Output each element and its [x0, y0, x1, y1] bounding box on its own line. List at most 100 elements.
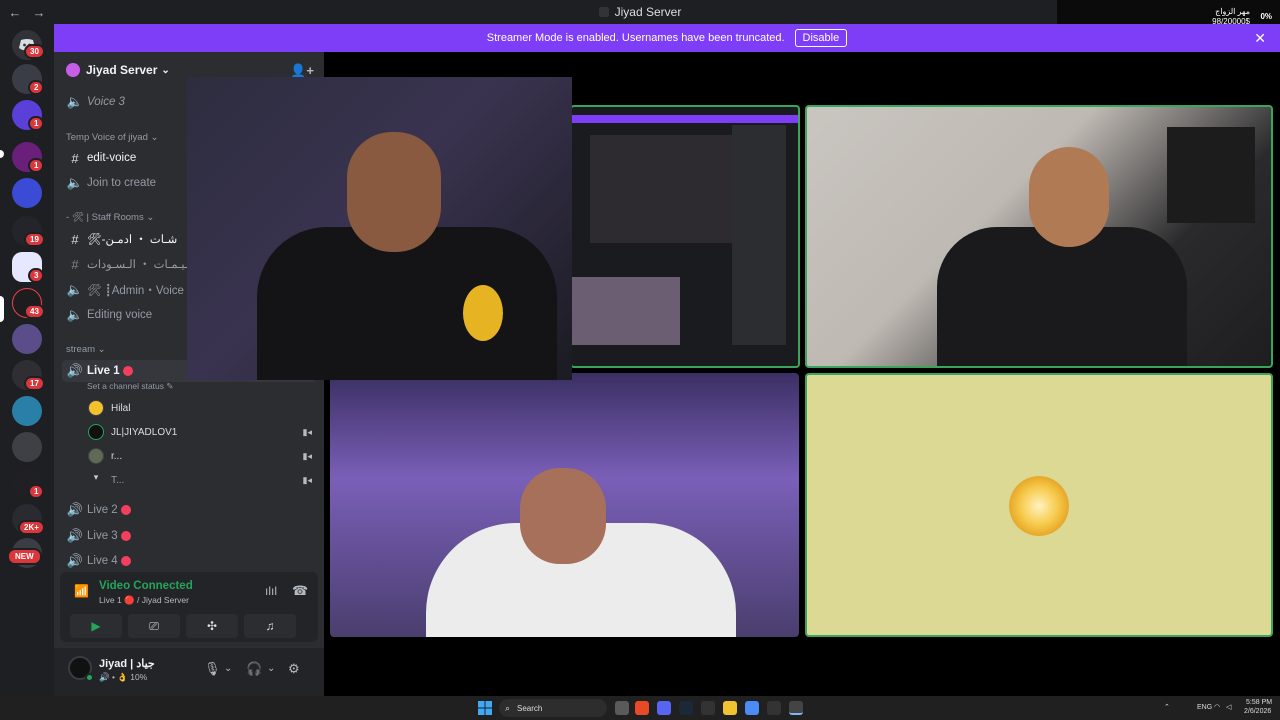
speaker-icon: 🔊 [66, 528, 84, 543]
signal-icon[interactable]: 📶 [74, 584, 89, 598]
file-explorer-icon[interactable] [723, 701, 737, 715]
category-staff-rooms[interactable]: - 🛠 | Staff Rooms ⌄ [66, 212, 154, 223]
channel-live3[interactable]: 🔊 Live 3 [62, 525, 316, 547]
server-icon-10[interactable] [12, 396, 42, 426]
user-name[interactable]: Jiyad | جياد [99, 657, 155, 670]
windows-start-icon[interactable] [478, 701, 492, 715]
voice-location[interactable]: Live 1 🔴 / Jiyad Server [99, 595, 189, 606]
server-badge: 19 [24, 232, 45, 247]
server-badge: 1 [28, 484, 45, 499]
sun-avatar-icon [1009, 476, 1069, 536]
activities-button[interactable]: ✣ [186, 614, 238, 638]
camera-tile[interactable] [330, 373, 799, 637]
hash-icon: # [71, 231, 79, 247]
voice-user-name: T... [111, 474, 125, 486]
clock-time[interactable]: 5:58 PM [1246, 699, 1272, 706]
hash-icon: # [71, 150, 79, 166]
activities-icon: ✣ [206, 619, 218, 633]
camera-tile[interactable] [805, 105, 1273, 368]
tray-chevron-icon[interactable]: ⌃ [1164, 703, 1170, 711]
voice-status[interactable]: Video Connected [99, 580, 193, 592]
channel-status[interactable]: Set a channel status ✎ [87, 381, 174, 392]
chevron-down-icon: ⌄ [161, 64, 170, 76]
camera-icon: ▶ [91, 619, 101, 633]
live-dot-icon [120, 556, 131, 566]
disable-button[interactable]: Disable [794, 29, 848, 47]
voice-user[interactable]: Hilal [88, 397, 318, 419]
server-icon [598, 7, 609, 17]
screen-share-tile[interactable] [570, 105, 800, 368]
speaker-icon: 🔈 [66, 94, 84, 109]
server-icon-8[interactable] [12, 324, 42, 354]
steam-icon[interactable] [679, 701, 693, 715]
forward-button[interactable]: → [30, 3, 48, 21]
channel-label: Join to create [87, 177, 157, 189]
volume-icon[interactable]: ◁ [1226, 703, 1231, 711]
channel-live4[interactable]: 🔊 Live 4 [62, 550, 316, 572]
wall-poster [1167, 127, 1255, 223]
disconnect-icon[interactable]: ☎ [292, 583, 308, 599]
face [1029, 147, 1109, 247]
pineapple-plush [463, 285, 503, 341]
store-icon[interactable] [745, 701, 759, 715]
category-label: stream [66, 344, 96, 355]
category-label: Temp Voice of jiyad [66, 132, 148, 143]
screen-share-button[interactable]: ⎚ [128, 614, 180, 638]
avatar [88, 424, 104, 440]
category-stream[interactable]: stream ⌄ [66, 344, 106, 355]
voice-connection-panel: 📶 Video Connected Live 1 🔴 / Jiyad Serve… [60, 572, 318, 642]
task-view-icon[interactable] [615, 701, 629, 715]
app-icon[interactable] [767, 701, 781, 715]
unread-pill [0, 150, 4, 158]
selected-pill [0, 296, 4, 322]
server-badge: 2 [28, 80, 45, 95]
category-temp-voice[interactable]: Temp Voice of jiyad ⌄ [66, 132, 158, 143]
voice-user[interactable]: ▾ T... ▮◂ [88, 469, 318, 491]
chevron-down-icon[interactable]: ⌄ [224, 663, 232, 674]
search-label: Search [517, 703, 543, 713]
brave-icon[interactable] [635, 701, 649, 715]
server-badge: 43 [24, 304, 45, 319]
speaker-icon: 🔈 [66, 307, 84, 322]
headset-icon[interactable]: 🎧 [246, 661, 262, 677]
live-dot-icon [120, 531, 131, 541]
goal-percent: 0% [1260, 12, 1272, 21]
user-subtext: 🔊 • 👌 10% [99, 672, 148, 682]
server-icon-4[interactable] [12, 178, 42, 208]
server-name: Jiyad Server [86, 63, 158, 77]
noise-suppression-icon[interactable]: ılıl [265, 584, 277, 598]
speaker-icon: 🔊 [66, 502, 84, 517]
hash-icon: # [71, 256, 79, 272]
soundboard-button[interactable]: ♫ [244, 614, 296, 638]
voice-user[interactable]: r... ▮◂ [88, 445, 318, 467]
taskbar: ⌕ Search ⌃ ENG ◠ ◁ 5:58 PM 2/6/2026 [0, 696, 1280, 720]
settings-icon[interactable]: ⚙ [288, 661, 300, 677]
streamer-mode-banner: Streamer Mode is enabled. Usernames have… [54, 24, 1280, 52]
language-indicator[interactable]: ENG [1197, 704, 1212, 711]
camera-button[interactable]: ▶ [70, 614, 122, 638]
obs-icon[interactable] [789, 701, 803, 715]
mic-icon[interactable]: 🎙 [204, 661, 221, 677]
wifi-icon[interactable]: ◠ [1214, 703, 1220, 711]
channel-label: 🛠 ┋Admin・Voice [87, 285, 184, 297]
server-icon-11[interactable] [12, 432, 42, 462]
voice-user-name: Hilal [111, 402, 131, 414]
camera-icon: ▮◂ [302, 450, 312, 461]
category-label: - 🛠 | Staff Rooms [66, 212, 144, 223]
online-status-icon [85, 673, 94, 682]
back-button[interactable]: ← [6, 3, 24, 21]
clock-date[interactable]: 2/6/2026 [1244, 708, 1271, 715]
server-badge: 1 [28, 158, 45, 173]
chevron-down-icon[interactable]: ⌄ [267, 663, 275, 674]
epic-games-icon[interactable] [701, 701, 715, 715]
close-icon[interactable]: ✕ [1254, 30, 1266, 47]
face [347, 132, 441, 252]
voice-user[interactable]: JL|JIYADLOV1 ▮◂ [88, 421, 318, 443]
nested-sidebar [732, 125, 786, 345]
channel-live2[interactable]: 🔊 Live 2 [62, 499, 316, 521]
taskbar-search[interactable]: ⌕ Search [499, 699, 607, 717]
channel-label: Live 4 [87, 555, 118, 567]
server-badge: 2K+ [18, 520, 45, 535]
discord-icon[interactable] [657, 701, 671, 715]
popout-camera-tile[interactable] [187, 77, 572, 380]
